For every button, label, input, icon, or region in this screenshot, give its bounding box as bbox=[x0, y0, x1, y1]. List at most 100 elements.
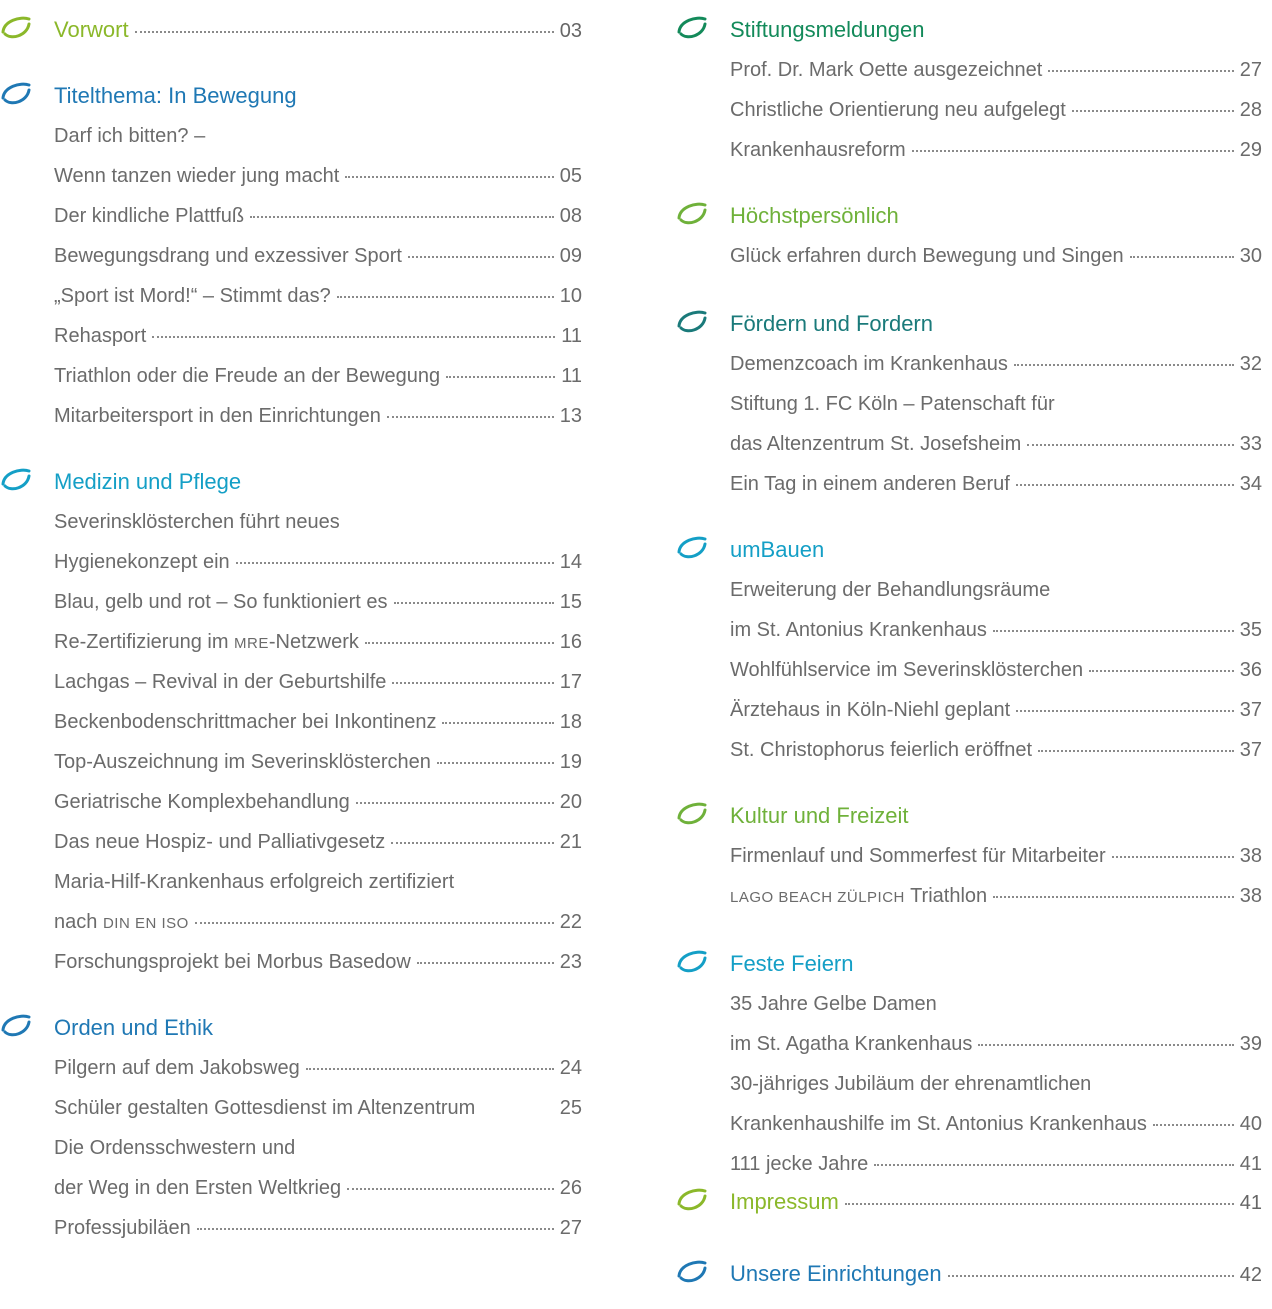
toc-entry[interactable]: Wohlfühlservice im Severinsklösterchen 36 bbox=[730, 650, 1262, 690]
toc-entry[interactable]: Mitarbeitersport in den Einrichtungen 13 bbox=[54, 396, 582, 436]
leader-dots bbox=[947, 1265, 1234, 1277]
page-number: 42 bbox=[1239, 1264, 1262, 1286]
entry-title: Beckenbodenschrittmacher bei Inkontinenz bbox=[54, 711, 437, 733]
entry-title: Maria-Hilf-Krankenhaus erfolgreich zerti… bbox=[54, 871, 455, 893]
toc-entry[interactable]: Geriatrische Komplexbehandlung 20 bbox=[54, 782, 582, 822]
toc-entry[interactable]: der Weg in den Ersten Weltkrieg 26 bbox=[54, 1168, 582, 1208]
swoosh-icon bbox=[1, 82, 31, 105]
toc-entry[interactable]: Severinsklösterchen führt neues bbox=[54, 502, 582, 542]
toc-entry[interactable]: Darf ich bitten? – bbox=[54, 116, 582, 156]
toc-entry[interactable]: Prof. Dr. Mark Oette ausgezeichnet 27 bbox=[730, 50, 1262, 90]
toc-entry[interactable]: Glück erfahren durch Bewegung und Singen… bbox=[730, 236, 1262, 276]
page-number: 05 bbox=[559, 165, 582, 187]
toc-entry[interactable]: Re-Zertifizierung im MRE-Netzwerk 16 bbox=[54, 622, 582, 662]
toc-entry[interactable]: 30-jähriges Jubiläum der ehrenamtlichen bbox=[730, 1064, 1262, 1104]
toc-entry[interactable]: Christliche Orientierung neu aufgelegt 28 bbox=[730, 90, 1262, 130]
toc-entry[interactable]: Krankenhausreform 29 bbox=[730, 130, 1262, 170]
page-number: 22 bbox=[559, 911, 582, 933]
page-number: 34 bbox=[1239, 473, 1262, 495]
toc-entry[interactable]: Hygienekonzept ein 14 bbox=[54, 542, 582, 582]
entry-title: 30-jähriges Jubiläum der ehrenamtlichen bbox=[730, 1073, 1092, 1095]
entry-title: Stiftung 1. FC Köln – Patenschaft für bbox=[730, 393, 1055, 415]
entry-title: Mitarbeitersport in den Einrichtungen bbox=[54, 405, 381, 427]
entry-title: LAGO BEACH ZÜLPICH Triathlon bbox=[730, 876, 987, 918]
swoosh-icon bbox=[677, 16, 707, 39]
entry-title: Lachgas – Revival in der Geburtshilfe bbox=[54, 671, 387, 693]
toc-entry[interactable]: 111 jecke Jahre 41 bbox=[730, 1144, 1262, 1184]
toc-entry[interactable]: Rehasport 11 bbox=[54, 316, 582, 356]
toc-entry[interactable]: Ein Tag in einem anderen Beruf 34 bbox=[730, 464, 1262, 504]
toc-entry[interactable]: Die Ordensschwestern und bbox=[54, 1128, 582, 1168]
leader-dots bbox=[134, 21, 554, 33]
leader-dots bbox=[1015, 474, 1234, 486]
toc-entry[interactable]: Lachgas – Revival in der Geburtshilfe 17 bbox=[54, 662, 582, 702]
toc-entry[interactable]: Das neue Hospiz- und Palliativgesetz 21 bbox=[54, 822, 582, 862]
toc-entry[interactable]: im St. Agatha Krankenhaus 39 bbox=[730, 1024, 1262, 1064]
toc-entry[interactable]: Demenzcoach im Krankenhaus 32 bbox=[730, 344, 1262, 384]
toc-entry[interactable]: Firmenlauf und Sommerfest für Mitarbeite… bbox=[730, 836, 1262, 876]
entry-list: Prof. Dr. Mark Oette ausgezeichnet 27 Chr… bbox=[676, 50, 1262, 170]
section-title: Kultur und Freizeit bbox=[730, 803, 909, 828]
leader-dots bbox=[250, 206, 554, 218]
toc-entry[interactable]: Forschungsprojekt bei Morbus Basedow 23 bbox=[54, 942, 582, 982]
toc-entry[interactable]: Stiftung 1. FC Köln – Patenschaft für bbox=[730, 384, 1262, 424]
leader-dots bbox=[345, 166, 554, 178]
page-number: 27 bbox=[559, 1217, 582, 1239]
toc-entry[interactable]: Professjubiläen 27 bbox=[54, 1208, 582, 1248]
leader-dots bbox=[1048, 60, 1234, 72]
entry-title: Triathlon oder die Freude an der Bewegun… bbox=[54, 365, 441, 387]
section-title: Impressum bbox=[730, 1189, 839, 1214]
section-umbauen: umBauen Erweiterung der Behandlungsräume… bbox=[676, 530, 1262, 770]
section-feste: Feste Feiern 35 Jahre Gelbe Damen im St.… bbox=[676, 944, 1262, 1184]
toc-entry[interactable]: Schüler gestalten Gottesdienst im Altenz… bbox=[54, 1088, 582, 1128]
entry-title-pre: Re-Zertifizierung im bbox=[54, 631, 235, 653]
leader-dots bbox=[1038, 740, 1234, 752]
page-number: 16 bbox=[559, 631, 582, 653]
toc-entry[interactable]: 35 Jahre Gelbe Damen bbox=[730, 984, 1262, 1024]
toc-entry[interactable]: Beckenbodenschrittmacher bei Inkontinenz… bbox=[54, 702, 582, 742]
toc-entry[interactable]: Pilgern auf dem Jakobsweg 24 bbox=[54, 1048, 582, 1088]
section-einrichtungen[interactable]: Unsere Einrichtungen 42 bbox=[676, 1254, 1262, 1294]
page-number: 13 bbox=[559, 405, 582, 427]
toc-entry[interactable]: Ärztehaus in Köln-Niehl geplant 37 bbox=[730, 690, 1262, 730]
swoosh-icon bbox=[1, 1014, 31, 1037]
entry-title: Glück erfahren durch Bewegung und Singen bbox=[730, 245, 1124, 267]
section-header: Vorwort 03 bbox=[0, 10, 582, 50]
section-header: Medizin und Pflege bbox=[0, 462, 582, 502]
section-title-row: Impressum 41 bbox=[730, 1182, 1262, 1222]
entry-title: Ein Tag in einem anderen Beruf bbox=[730, 473, 1010, 495]
toc-entry[interactable]: Der kindliche Plattfuß 08 bbox=[54, 196, 582, 236]
toc-entry[interactable]: das Altenzentrum St. Josefsheim 33 bbox=[730, 424, 1262, 464]
toc-entry[interactable]: Erweiterung der Behandlungsräume bbox=[730, 570, 1262, 610]
toc-entry[interactable]: „Sport ist Mord!“ – Stimmt das? 10 bbox=[54, 276, 582, 316]
toc-entry[interactable]: St. Christophorus feierlich eröffnet 37 bbox=[730, 730, 1262, 770]
toc-entry[interactable]: LAGO BEACH ZÜLPICH Triathlon 38 bbox=[730, 876, 1262, 916]
page-number: 21 bbox=[559, 831, 582, 853]
leader-dots bbox=[364, 632, 554, 644]
swoosh-icon bbox=[677, 1188, 707, 1211]
section-title: Titelthema: In Bewegung bbox=[54, 83, 297, 108]
leader-dots bbox=[1027, 434, 1234, 446]
leader-dots bbox=[416, 952, 554, 964]
page-number: 26 bbox=[559, 1177, 582, 1199]
section-header: umBauen bbox=[676, 530, 1262, 570]
toc-entry[interactable]: Wenn tanzen wieder jung macht 05 bbox=[54, 156, 582, 196]
toc-entry[interactable]: Top-Auszeichnung im Severinsklösterchen 1… bbox=[54, 742, 582, 782]
leader-dots bbox=[1089, 660, 1234, 672]
swoosh-icon bbox=[677, 802, 707, 825]
page-number: 27 bbox=[1239, 59, 1262, 81]
toc-entry[interactable]: Bewegungsdrang und exzessiver Sport 09 bbox=[54, 236, 582, 276]
section-title-row: Vorwort 03 bbox=[54, 10, 582, 50]
toc-entry[interactable]: Blau, gelb und rot – So funktioniert es 1… bbox=[54, 582, 582, 622]
toc-entry[interactable]: Krankenhaushilfe im St. Antonius Kranken… bbox=[730, 1104, 1262, 1144]
entry-title: Pilgern auf dem Jakobsweg bbox=[54, 1057, 300, 1079]
leader-dots bbox=[436, 752, 554, 764]
entry-title: Darf ich bitten? – bbox=[54, 125, 206, 147]
leader-dots bbox=[911, 140, 1234, 152]
toc-entry[interactable]: Maria-Hilf-Krankenhaus erfolgreich zerti… bbox=[54, 862, 582, 902]
toc-entry[interactable]: Triathlon oder die Freude an der Bewegun… bbox=[54, 356, 582, 396]
section-impressum[interactable]: Impressum 41 bbox=[676, 1182, 1262, 1222]
toc-entry[interactable]: nach DIN EN ISO 22 bbox=[54, 902, 582, 942]
section-vorwort[interactable]: Vorwort 03 bbox=[0, 10, 582, 50]
toc-entry[interactable]: im St. Antonius Krankenhaus 35 bbox=[730, 610, 1262, 650]
